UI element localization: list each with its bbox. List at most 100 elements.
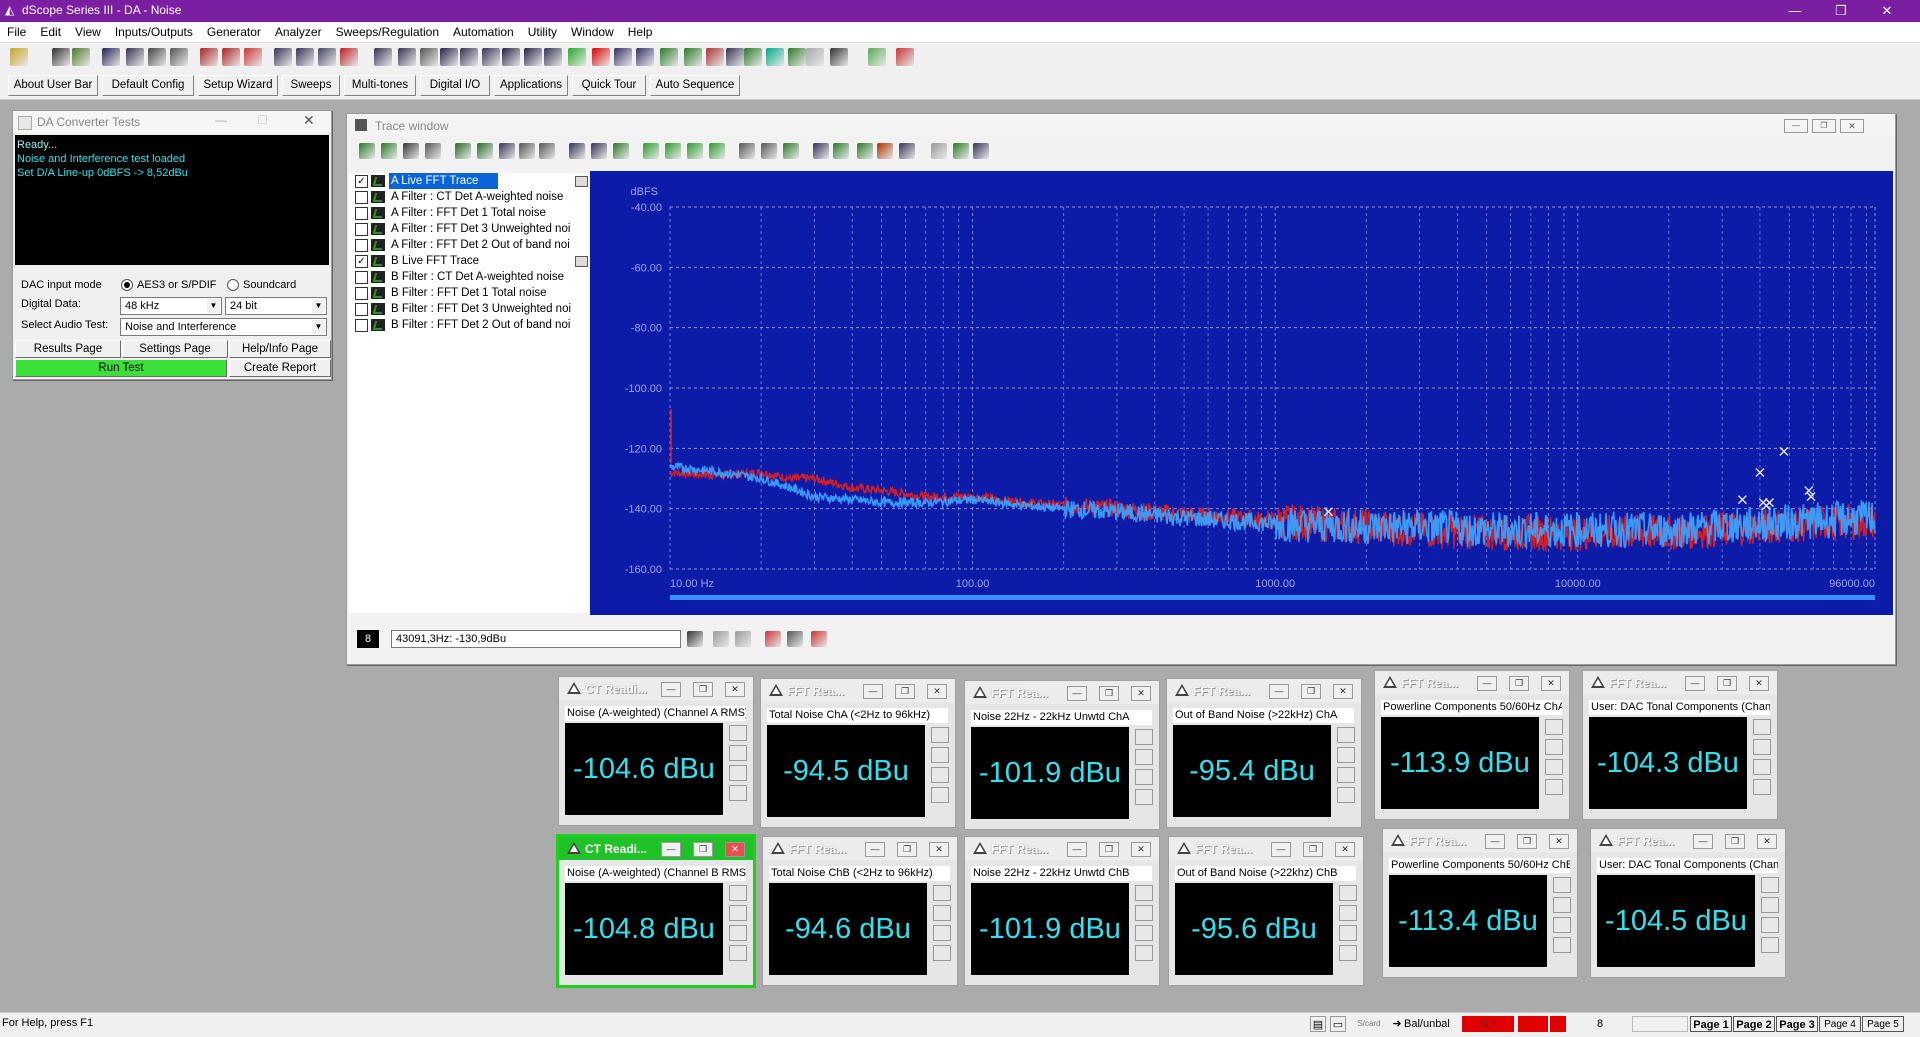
results-page-button[interactable]: Results Page <box>15 340 121 358</box>
display-mode-icon[interactable] <box>1339 885 1357 901</box>
log-icon[interactable] <box>1545 759 1563 775</box>
page-3-tab[interactable]: Page 3 <box>1776 1016 1818 1032</box>
minimize-icon[interactable]: — <box>1784 119 1808 133</box>
limits-icon[interactable] <box>1553 937 1571 953</box>
trace-tool-2-icon[interactable] <box>381 143 397 159</box>
toolbar-tool-4-icon[interactable] <box>102 48 120 66</box>
fft-chart[interactable]: -40.00 -60.00 -80.00 -100.00 -120.00 -140.00 -… <box>590 171 1893 615</box>
readout-window[interactable]: FFT Rea... — ❐ ✕ User: DAC Tonal Components … <box>1590 828 1786 978</box>
toolbar-tool-23-icon[interactable] <box>544 48 562 66</box>
limits-icon[interactable] <box>1753 779 1771 795</box>
userbar-quick-tour-button[interactable]: Quick Tour <box>572 75 646 96</box>
settings-icon[interactable] <box>1761 897 1779 913</box>
limits-icon[interactable] <box>931 787 949 803</box>
trace-tool-20-icon[interactable] <box>813 143 829 159</box>
limits-icon[interactable] <box>1761 937 1779 953</box>
settings-icon[interactable] <box>1337 747 1355 763</box>
readout-window[interactable]: CT Readi... — ❐ ✕ Noise (A-weighted) (Channe… <box>558 676 754 826</box>
log-icon[interactable] <box>933 925 951 941</box>
menu-file[interactable]: File <box>0 22 33 39</box>
trace-tool-19-icon[interactable] <box>783 143 799 159</box>
minimize-icon[interactable]: — <box>1067 842 1087 857</box>
readout-window[interactable]: FFT Rea... — ❐ ✕ Powerline Components 50/60H… <box>1374 670 1570 820</box>
log-icon[interactable] <box>1753 759 1771 775</box>
toolbar-tool-22-icon[interactable] <box>524 48 542 66</box>
restore-icon[interactable]: ❐ <box>895 684 915 699</box>
toolbar-tool-10-icon[interactable] <box>244 48 262 66</box>
trace-checkbox[interactable] <box>355 287 368 300</box>
trace-bottom-tool-2-icon[interactable] <box>713 631 729 647</box>
toolbar-tool-12-icon[interactable] <box>296 48 314 66</box>
toolbar-tool-27-icon[interactable] <box>636 48 654 66</box>
restore-icon[interactable]: ❐ <box>897 842 917 857</box>
readout-window[interactable]: FFT Rea... — ❐ ✕ Noise 22Hz - 22kHz Unwtd Ch… <box>964 680 1160 830</box>
minimize-icon[interactable]: — <box>1693 834 1713 849</box>
menu-analyzer[interactable]: Analyzer <box>268 22 329 39</box>
close-icon[interactable]: ✕ <box>1335 842 1355 857</box>
minimize-icon[interactable]: — <box>1485 834 1505 849</box>
toolbar-tool-1-icon[interactable] <box>10 48 28 66</box>
trace-row[interactable]: B Filter : CT Det A-weighted noise <box>349 269 589 285</box>
close-icon[interactable]: ✕ <box>1749 676 1769 691</box>
trace-row[interactable]: ✓ A Live FFT Trace <box>349 173 589 189</box>
trace-tool-10-icon[interactable] <box>569 143 585 159</box>
restore-icon[interactable]: ❐ <box>693 842 713 857</box>
toolbar-tool-14-icon[interactable] <box>340 48 358 66</box>
toolbar-tool-6-icon[interactable] <box>148 48 166 66</box>
trace-tool-21-icon[interactable] <box>833 143 849 159</box>
readout-window[interactable]: FFT Rea... — ❐ ✕ Out of Band Noise (>22kHz) … <box>1166 678 1362 828</box>
trace-row[interactable]: A Filter : CT Det A-weighted noise <box>349 189 589 205</box>
soundcard-radio[interactable] <box>227 279 239 291</box>
settings-icon[interactable] <box>1339 905 1357 921</box>
trace-tool-25-icon[interactable] <box>931 143 947 159</box>
create-report-button[interactable]: Create Report <box>229 359 331 377</box>
restore-icon[interactable]: ❐ <box>1517 834 1537 849</box>
toolbar-tool-36-icon[interactable] <box>830 48 848 66</box>
menu-help[interactable]: Help <box>621 22 660 39</box>
minimize-icon[interactable]: — <box>661 842 681 857</box>
cursor-readout-field[interactable]: 43091,3Hz: -130,9dBu <box>391 630 681 648</box>
minimize-icon[interactable]: — <box>1271 842 1291 857</box>
trace-tool-18-icon[interactable] <box>761 143 777 159</box>
toolbar-tool-24-icon[interactable] <box>568 48 586 66</box>
restore-icon[interactable]: ❐ <box>1099 686 1119 701</box>
log-icon[interactable] <box>729 925 747 941</box>
trace-bottom-tool-4-icon[interactable] <box>765 631 781 647</box>
userbar-sweeps-button[interactable]: Sweeps <box>282 75 340 96</box>
trace-tool-1-icon[interactable] <box>359 143 375 159</box>
minimize-icon[interactable]: — <box>661 682 681 697</box>
bit-depth-select[interactable]: 24 bit ▼ <box>225 297 327 315</box>
log-icon[interactable] <box>729 765 747 781</box>
readout-window[interactable]: FFT Rea... — ❐ ✕ Out of Band Noise (>22khz) … <box>1168 836 1364 986</box>
trace-tool-5-icon[interactable] <box>455 143 471 159</box>
display-mode-icon[interactable] <box>1553 877 1571 893</box>
restore-icon[interactable]: ❐ <box>1812 119 1836 133</box>
trace-bottom-tool-1-icon[interactable] <box>687 631 703 647</box>
settings-icon[interactable] <box>931 747 949 763</box>
userbar-digital-i-o-button[interactable]: Digital I/O <box>420 75 490 96</box>
settings-icon[interactable] <box>729 905 747 921</box>
userbar-multi-tones-button[interactable]: Multi-tones <box>344 75 416 96</box>
toolbar-tool-5-icon[interactable] <box>126 48 144 66</box>
toolbar-tool-13-icon[interactable] <box>318 48 336 66</box>
trace-tool-7-icon[interactable] <box>499 143 515 159</box>
trace-tool-9-icon[interactable] <box>539 143 555 159</box>
trace-tool-23-icon[interactable] <box>877 143 893 159</box>
display-mode-icon[interactable] <box>933 885 951 901</box>
toolbar-tool-11-icon[interactable] <box>274 48 292 66</box>
toolbar-tool-16-icon[interactable] <box>398 48 416 66</box>
display-mode-icon[interactable] <box>1135 885 1153 901</box>
minimize-icon[interactable]: — <box>863 684 883 699</box>
toolbar-tool-8-icon[interactable] <box>200 48 218 66</box>
log-icon[interactable] <box>1553 917 1571 933</box>
trace-bottom-tool-6-icon[interactable] <box>811 631 827 647</box>
trace-tool-17-icon[interactable] <box>739 143 755 159</box>
toolbar-tool-25-icon[interactable] <box>592 48 610 66</box>
toolbar-tool-19-icon[interactable] <box>460 48 478 66</box>
readout-window[interactable]: FFT Rea... — ❐ ✕ Noise 22Hz - 22kHz Unwtd Ch… <box>964 836 1160 986</box>
log-icon[interactable] <box>1135 925 1153 941</box>
trace-tool-24-icon[interactable] <box>899 143 915 159</box>
trace-checkbox[interactable] <box>355 223 368 236</box>
trace-tool-14-icon[interactable] <box>665 143 681 159</box>
trace-tool-4-icon[interactable] <box>425 143 441 159</box>
